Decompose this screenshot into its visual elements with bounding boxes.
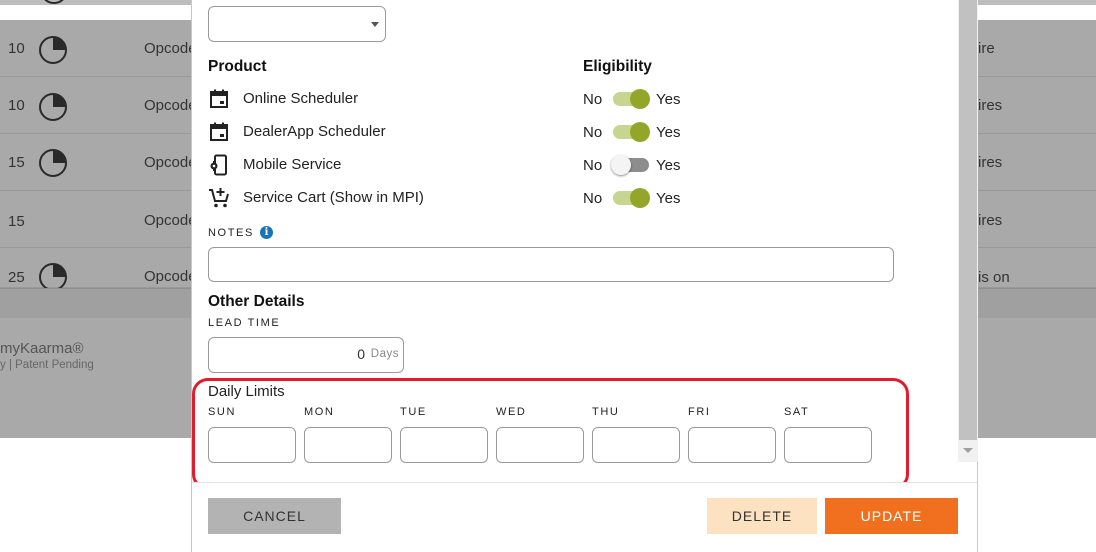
no-label: No	[583, 91, 603, 108]
delete-button[interactable]: DELETE	[707, 498, 817, 534]
lead-time-label: LEAD TIME	[208, 317, 281, 329]
eligibility-toggle[interactable]	[613, 89, 650, 109]
edit-opcode-modal: Product Eligibility Online Scheduler Dea…	[191, 0, 978, 552]
row-opcode: Opcode	[144, 97, 197, 114]
modal-scrollbar[interactable]	[958, 0, 978, 462]
row-trailing-text: is on	[978, 269, 1010, 286]
row-opcode: Opcode	[144, 154, 197, 171]
notes-input[interactable]	[208, 247, 894, 282]
lead-time-input[interactable]: 0 Days	[208, 337, 404, 373]
toggle-knob	[611, 155, 631, 175]
daily-limits-highlight	[192, 378, 909, 482]
category-select[interactable]	[208, 6, 386, 42]
product-label: DealerApp Scheduler	[243, 123, 386, 140]
modal-scroll-area[interactable]: Product Eligibility Online Scheduler Dea…	[192, 0, 960, 482]
product-label: Service Cart (Show in MPI)	[243, 189, 424, 206]
yes-label: Yes	[656, 190, 681, 207]
eligibility-toggle[interactable]	[611, 155, 649, 175]
product-label: Mobile Service	[243, 156, 342, 173]
toggle-knob	[630, 89, 650, 109]
clock-icon	[40, 0, 68, 4]
brand-name: myKaarma®	[0, 340, 84, 357]
scroll-down-arrow-icon[interactable]	[963, 448, 973, 453]
cart-add-icon	[209, 188, 229, 208]
toggle-knob	[630, 188, 650, 208]
yes-label: Yes	[656, 124, 681, 141]
row-opcode: Opcode	[144, 40, 197, 57]
yes-label: Yes	[656, 157, 681, 174]
calendar-icon	[210, 89, 228, 108]
no-label: No	[583, 190, 603, 207]
legal-links: y | Patent Pending	[0, 359, 94, 371]
mobile-service-icon	[210, 154, 227, 176]
row-number: 10	[8, 40, 25, 57]
row-number: 10	[8, 97, 25, 114]
scrollbar-thumb[interactable]	[959, 0, 977, 440]
row-trailing-text: ires	[978, 154, 1003, 171]
row-opcode: Opcode	[144, 268, 197, 285]
lead-time-value: 0	[357, 346, 365, 362]
row-trailing-text: ires	[978, 212, 1003, 229]
clock-icon	[39, 263, 67, 291]
product-heading: Product	[208, 58, 267, 75]
eligibility-toggle[interactable]	[613, 188, 650, 208]
no-label: No	[583, 124, 603, 141]
info-icon[interactable]: i	[260, 226, 273, 239]
row-trailing-text: ires	[978, 97, 1003, 114]
eligibility-online-scheduler: No Yes	[583, 88, 723, 114]
notes-label: NOTES	[208, 227, 254, 239]
toggle-knob	[630, 122, 650, 142]
clock-icon	[39, 149, 67, 177]
calendar-icon	[210, 122, 228, 141]
eligibility-service-cart: No Yes	[583, 187, 723, 213]
chevron-down-icon	[371, 22, 379, 27]
row-number: 25	[8, 269, 25, 286]
row-opcode: Opcode	[144, 212, 197, 229]
row-trailing-text: ire	[978, 40, 995, 57]
eligibility-mobile-service: No Yes	[583, 154, 723, 180]
lead-time-unit: Days	[370, 348, 399, 360]
product-label: Online Scheduler	[243, 90, 359, 107]
row-number: 15	[8, 154, 25, 171]
clock-icon	[39, 36, 67, 64]
other-details-heading: Other Details	[208, 293, 305, 310]
cancel-button[interactable]: CANCEL	[208, 498, 341, 534]
row-number: 15	[8, 213, 25, 230]
yes-label: Yes	[656, 91, 681, 108]
clock-icon	[39, 93, 67, 121]
eligibility-heading: Eligibility	[583, 58, 652, 75]
eligibility-toggle[interactable]	[613, 122, 650, 142]
eligibility-dealerapp-scheduler: No Yes	[583, 121, 723, 147]
no-label: No	[583, 157, 603, 174]
update-button[interactable]: UPDATE	[825, 498, 958, 534]
